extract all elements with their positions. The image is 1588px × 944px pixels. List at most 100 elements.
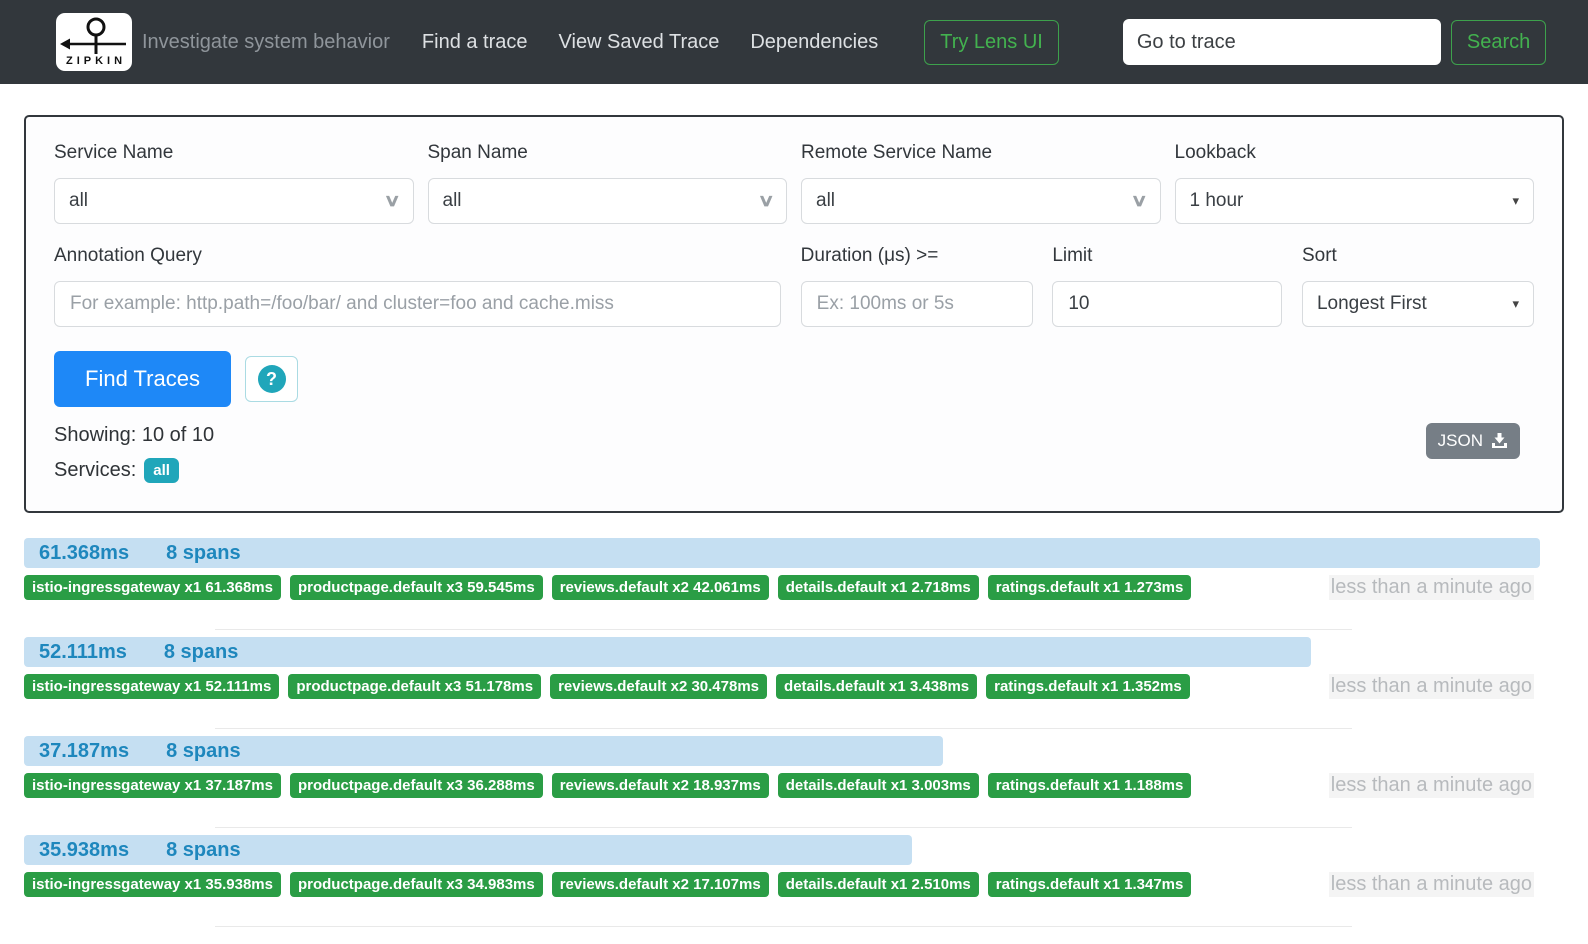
actions-row: Find Traces ? [54, 351, 1534, 407]
trace-age: less than a minute ago [1328, 872, 1534, 897]
zipkin-pin-icon [60, 17, 126, 54]
service-badges: istio-ingressgateway x1 61.368ms product… [24, 575, 1329, 600]
json-download-button[interactable]: JSON [1425, 423, 1520, 459]
dropdown-arrow-icon: ▾ [1512, 296, 1519, 311]
service-name-select[interactable]: all ∨ [54, 178, 414, 224]
span-name-select[interactable]: all ∨ [427, 178, 787, 224]
trace-bar-track: 35.938ms 8 spans [24, 835, 1540, 865]
trace-results-list: 61.368ms 8 spans istio-ingressgateway x1… [0, 538, 1588, 927]
nav-dependencies[interactable]: Dependencies [750, 31, 878, 54]
trace-duration: 37.187ms [39, 739, 130, 762]
span-name-value: all [442, 190, 462, 211]
service-badge: details.default x1 3.438ms [776, 674, 978, 699]
service-badge: details.default x1 3.003ms [777, 773, 979, 798]
annotation-query-input[interactable] [54, 281, 781, 327]
service-badge: details.default x1 2.718ms [777, 575, 979, 600]
service-badge: reviews.default x2 17.107ms [551, 872, 769, 897]
chevron-down-icon: ∨ [1130, 191, 1148, 210]
services-line: Services: all [54, 458, 1534, 483]
trace-meta: istio-ingressgateway x1 37.187ms product… [24, 773, 1534, 798]
help-button[interactable]: ? [245, 356, 298, 402]
trace-duration: 61.368ms [39, 541, 130, 564]
service-badges: istio-ingressgateway x1 52.111ms product… [24, 674, 1329, 699]
services-label: Services: [54, 459, 137, 481]
chevron-down-icon: ∨ [383, 191, 401, 210]
trace-bar-track: 37.187ms 8 spans [24, 736, 1540, 766]
nav-view-saved-trace[interactable]: View Saved Trace [559, 31, 720, 54]
lookback-select[interactable]: 1 hour ▾ [1174, 178, 1534, 224]
service-badge: ratings.default x1 1.273ms [987, 575, 1192, 600]
trace-span-count: 8 spans [166, 541, 241, 564]
trace-duration-bar[interactable]: 35.938ms 8 spans [24, 835, 913, 865]
sort-select[interactable]: Longest First ▾ [1301, 281, 1534, 327]
trace-bar-track: 52.111ms 8 spans [24, 637, 1540, 667]
top-navbar: ZIPKIN Investigate system behavior Find … [0, 0, 1588, 84]
service-badge: istio-ingressgateway x1 61.368ms [24, 575, 281, 600]
services-all-badge: all [144, 458, 179, 483]
service-badge: ratings.default x1 1.347ms [987, 872, 1192, 897]
search-filter-panel: Service Name all ∨ Span Name all ∨ Remot… [24, 115, 1564, 513]
span-name-label: Span Name [427, 142, 528, 163]
limit-input[interactable] [1052, 281, 1283, 327]
trace-meta: istio-ingressgateway x1 61.368ms product… [24, 575, 1534, 600]
trace-row: 35.938ms 8 spans istio-ingressgateway x1… [0, 835, 1588, 927]
service-badges: istio-ingressgateway x1 35.938ms product… [24, 872, 1329, 897]
service-badge: reviews.default x2 30.478ms [550, 674, 768, 699]
trace-age: less than a minute ago [1328, 773, 1534, 798]
service-badge: productpage.default x3 36.288ms [289, 773, 543, 798]
zipkin-logo[interactable]: ZIPKIN [56, 13, 132, 71]
zipkin-logo-text: ZIPKIN [65, 55, 127, 67]
dropdown-arrow-icon: ▾ [1512, 193, 1519, 208]
trace-duration-bar[interactable]: 61.368ms 8 spans [24, 538, 1540, 568]
service-name-value: all [69, 190, 89, 211]
remote-service-name-select[interactable]: all ∨ [801, 178, 1161, 224]
trace-duration: 35.938ms [39, 838, 130, 861]
search-button[interactable]: Search [1450, 19, 1547, 65]
row-divider [215, 728, 1352, 729]
trace-age: less than a minute ago [1328, 575, 1534, 600]
duration-label: Duration (μs) >= [800, 245, 939, 266]
tagline: Investigate system behavior [142, 30, 390, 53]
nav-find-a-trace[interactable]: Find a trace [422, 31, 528, 54]
trace-row: 61.368ms 8 spans istio-ingressgateway x1… [0, 538, 1588, 630]
trace-row: 52.111ms 8 spans istio-ingressgateway x1… [0, 637, 1588, 729]
lookback-label: Lookback [1174, 142, 1256, 163]
try-lens-ui-button[interactable]: Try Lens UI [924, 19, 1059, 65]
remote-service-name-value: all [816, 190, 836, 211]
trace-span-count: 8 spans [163, 640, 239, 663]
trace-row: 37.187ms 8 spans istio-ingressgateway x1… [0, 736, 1588, 828]
go-to-trace-input[interactable] [1122, 19, 1441, 65]
service-badge: ratings.default x1 1.352ms [986, 674, 1190, 699]
row-divider [215, 827, 1352, 828]
remote-service-name-label: Remote Service Name [801, 142, 993, 163]
trace-span-count: 8 spans [166, 739, 241, 762]
chevron-down-icon: ∨ [757, 191, 775, 210]
sort-value: Longest First [1316, 293, 1427, 314]
trace-duration-bar[interactable]: 52.111ms 8 spans [24, 637, 1312, 667]
service-badge: productpage.default x3 51.178ms [288, 674, 542, 699]
filter-row-1: Service Name all ∨ Span Name all ∨ Remot… [54, 142, 1534, 224]
limit-label: Limit [1052, 245, 1093, 266]
lookback-value: 1 hour [1189, 190, 1244, 211]
download-icon [1492, 432, 1507, 448]
duration-input[interactable] [800, 281, 1033, 327]
service-badge: productpage.default x3 34.983ms [289, 872, 543, 897]
find-traces-button[interactable]: Find Traces [54, 351, 231, 407]
trace-duration-bar[interactable]: 37.187ms 8 spans [24, 736, 943, 766]
trace-bar-track: 61.368ms 8 spans [24, 538, 1540, 568]
service-badge: istio-ingressgateway x1 52.111ms [24, 674, 280, 699]
row-divider [215, 926, 1352, 927]
trace-age: less than a minute ago [1328, 674, 1534, 699]
trace-span-count: 8 spans [166, 838, 241, 861]
trace-meta: istio-ingressgateway x1 52.111ms product… [24, 674, 1534, 699]
service-badge: productpage.default x3 59.545ms [289, 575, 543, 600]
help-icon: ? [257, 365, 286, 393]
service-badge: istio-ingressgateway x1 37.187ms [24, 773, 281, 798]
service-badge: istio-ingressgateway x1 35.938ms [24, 872, 281, 897]
service-badge: details.default x1 2.510ms [777, 872, 979, 897]
service-name-label: Service Name [54, 142, 174, 163]
json-label: JSON [1437, 431, 1483, 450]
nav-links: Find a trace View Saved Trace Dependenci… [422, 31, 909, 54]
service-badge: reviews.default x2 18.937ms [551, 773, 769, 798]
sort-label: Sort [1301, 245, 1337, 266]
